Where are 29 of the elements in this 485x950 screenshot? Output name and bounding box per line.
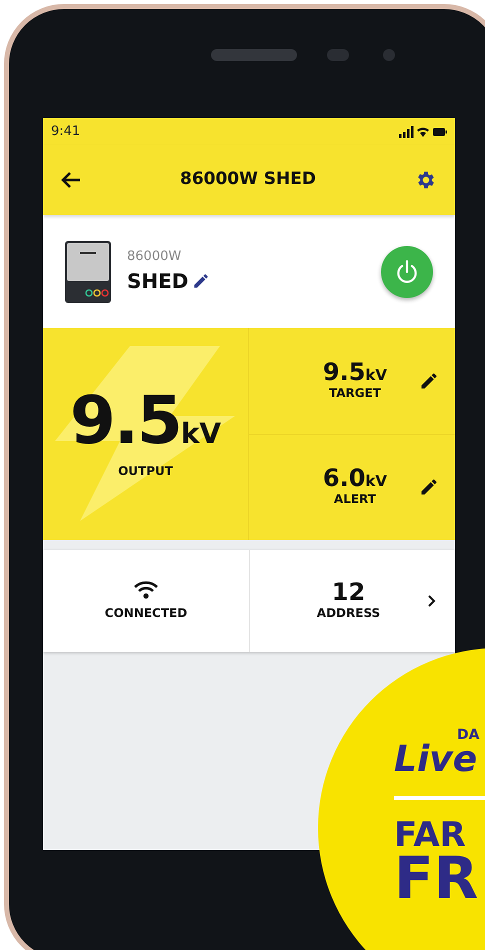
- brand-text: Live: [394, 742, 478, 778]
- device-model: 86000W: [127, 248, 182, 266]
- screen-title: 86000W SHED: [180, 168, 316, 192]
- setpoint-value: 9.5kV: [322, 360, 387, 384]
- back-arrow-icon[interactable]: [61, 172, 81, 188]
- headline-text: FR: [394, 852, 480, 904]
- chevron-right-icon: [428, 595, 436, 607]
- address-label: ADDRESS: [316, 605, 380, 622]
- wifi-icon: [133, 580, 159, 600]
- sensor-icon: [327, 49, 349, 61]
- headline-text: FAR: [394, 796, 485, 852]
- connection-label: CONNECTED: [104, 605, 188, 622]
- edit-pencil-icon[interactable]: [192, 272, 210, 290]
- output-label: OUTPUT: [118, 463, 173, 480]
- status-icons-drawing: [399, 126, 447, 138]
- power-button[interactable]: [381, 246, 433, 298]
- edit-pencil-icon[interactable]: [419, 370, 439, 391]
- camera-icon: [383, 49, 395, 61]
- output-reading: 9.5kV: [70, 388, 222, 454]
- setpoint-label: TARGET: [328, 384, 381, 402]
- badge-text: DA: [456, 728, 480, 742]
- device-name: SHED: [127, 268, 188, 296]
- edit-pencil-icon[interactable]: [419, 477, 439, 498]
- status-time: 9:41: [51, 122, 80, 141]
- address-tile[interactable]: 12 ADDRESS: [249, 550, 455, 652]
- setpoint-value: 6.0kV: [322, 466, 387, 490]
- address-value: 12: [332, 580, 366, 604]
- device-image-drawing: [65, 240, 111, 302]
- setpoint-label: ALERT: [334, 491, 376, 508]
